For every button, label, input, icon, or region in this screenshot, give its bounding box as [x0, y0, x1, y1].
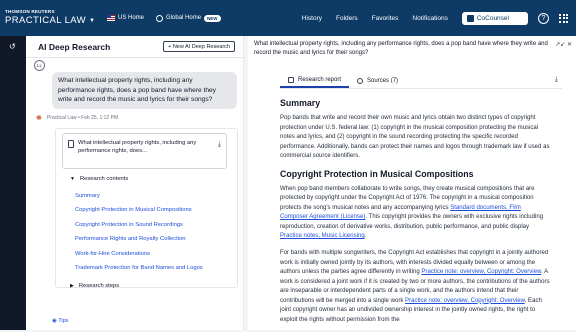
toc-item-compositions[interactable]: Copyright Protection in Musical Composit…: [75, 207, 203, 221]
new-badge: NEW: [204, 14, 221, 22]
research-card: What intellectual property rights, inclu…: [55, 128, 238, 289]
response-meta: ❋ Practical Law • Feb 25, 1:12 PM: [36, 114, 118, 122]
us-home-label: US Home: [118, 15, 145, 21]
tab-research-report[interactable]: Research report: [280, 73, 350, 88]
side-rail: ↺: [0, 36, 26, 330]
tips-link[interactable]: ◉ Tips: [52, 318, 68, 324]
research-contents-toggle[interactable]: ▼ Research contents: [70, 176, 128, 182]
compositions-paragraph-1: When pop band members collaborate to wri…: [280, 185, 544, 240]
app-grid-icon[interactable]: [559, 13, 568, 23]
chat-title: AI Deep Research: [38, 41, 111, 52]
tab-research-report-label: Research report: [298, 76, 342, 83]
response-meta-text: Practical Law • Feb 25, 1:12 PM: [46, 115, 119, 121]
main-nav: History Folders Favorites Notifications …: [302, 0, 576, 36]
toc-item-trademark[interactable]: Trademark Protection for Band Names and …: [75, 265, 203, 279]
brand-main: PRACTICAL LAW: [5, 15, 87, 27]
avatar: LL: [34, 60, 45, 71]
cocounsel-button[interactable]: CoCounsel: [461, 11, 528, 25]
report-file-title: What intellectual property rights, inclu…: [78, 140, 197, 155]
report-content: Summary Pop bands that write and record …: [280, 98, 550, 332]
report-tabs: Research report Sources (7): [280, 73, 562, 89]
brand-logo[interactable]: THOMSON REUTERS PRACTICAL LAW: [5, 10, 86, 25]
nav-history[interactable]: History: [302, 15, 322, 22]
us-home-link[interactable]: US Home: [107, 15, 144, 21]
toc-item-summary[interactable]: Summary: [75, 193, 203, 207]
toc-item-sound-recordings[interactable]: Copyright Protection in Sound Recordings: [75, 222, 203, 236]
expand-icon[interactable]: ↗↙ ✕: [555, 41, 572, 48]
citation-link[interactable]: Practice notes, Music Licensing: [280, 233, 365, 239]
global-home-label: Global Home: [166, 15, 202, 21]
research-steps-label: Research steps: [78, 283, 120, 289]
summary-text: Pop bands that write and record their ow…: [280, 115, 550, 160]
download-report-icon[interactable]: ⤓: [555, 76, 558, 84]
toc-item-performance-rights[interactable]: Performance Rights and Royalty Collectio…: [75, 236, 203, 250]
triangle-down-icon: ▼: [70, 176, 75, 182]
nav-notifications[interactable]: Notifications: [412, 15, 447, 22]
toc-item-work-for-hire[interactable]: Work-for-Hire Considerations: [75, 251, 203, 265]
report-file-card[interactable]: What intellectual property rights, inclu…: [62, 133, 227, 169]
chevron-down-icon[interactable]: ▼: [89, 18, 95, 24]
global-home-link[interactable]: Global Home NEW: [156, 14, 221, 22]
document-icon: [288, 76, 294, 83]
cocounsel-label: CoCounsel: [476, 14, 509, 22]
citation-link[interactable]: Practice note: overview, Copyright: Over…: [421, 269, 541, 275]
tab-sources-label: Sources (7): [367, 77, 399, 84]
tab-sources[interactable]: Sources (7): [349, 73, 406, 88]
report-title: What intellectual property rights, inclu…: [254, 41, 548, 56]
compositions-paragraph-2: For bands with multiple songwriters, the…: [280, 250, 550, 323]
download-icon[interactable]: ⤓: [218, 141, 221, 149]
history-icon[interactable]: ↺: [9, 42, 26, 51]
new-deep-research-button[interactable]: + New AI Deep Research: [163, 41, 235, 52]
citation-link[interactable]: Practice note: overview, Copyright: Over…: [405, 298, 525, 304]
research-contents-list: Summary Copyright Protection in Musical …: [75, 193, 203, 279]
nav-folders[interactable]: Folders: [336, 15, 358, 22]
cocounsel-icon: [466, 14, 474, 22]
user-question: What intellectual property rights, inclu…: [52, 72, 237, 109]
link-icon: [357, 77, 364, 84]
document-icon: [68, 140, 74, 148]
help-icon[interactable]: ?: [538, 12, 549, 24]
tips-label: Tips: [58, 318, 69, 324]
top-navigation-bar: THOMSON REUTERS PRACTICAL LAW ▼ US Home …: [0, 0, 576, 36]
globe-icon: [156, 14, 164, 22]
report-panel: What intellectual property rights, inclu…: [248, 36, 576, 330]
research-steps-toggle[interactable]: ▶ Research steps: [70, 283, 119, 289]
triangle-right-icon: ▶: [70, 283, 74, 289]
compositions-heading: Copyright Protection in Musical Composit…: [280, 168, 474, 179]
us-flag-icon: [107, 15, 115, 21]
nav-favorites[interactable]: Favorites: [372, 15, 399, 22]
ai-spark-icon: ❋: [36, 115, 42, 122]
chat-header: AI Deep Research + New AI Deep Research: [26, 36, 243, 58]
research-contents-label: Research contents: [79, 176, 129, 182]
summary-heading: Summary: [280, 98, 321, 108]
